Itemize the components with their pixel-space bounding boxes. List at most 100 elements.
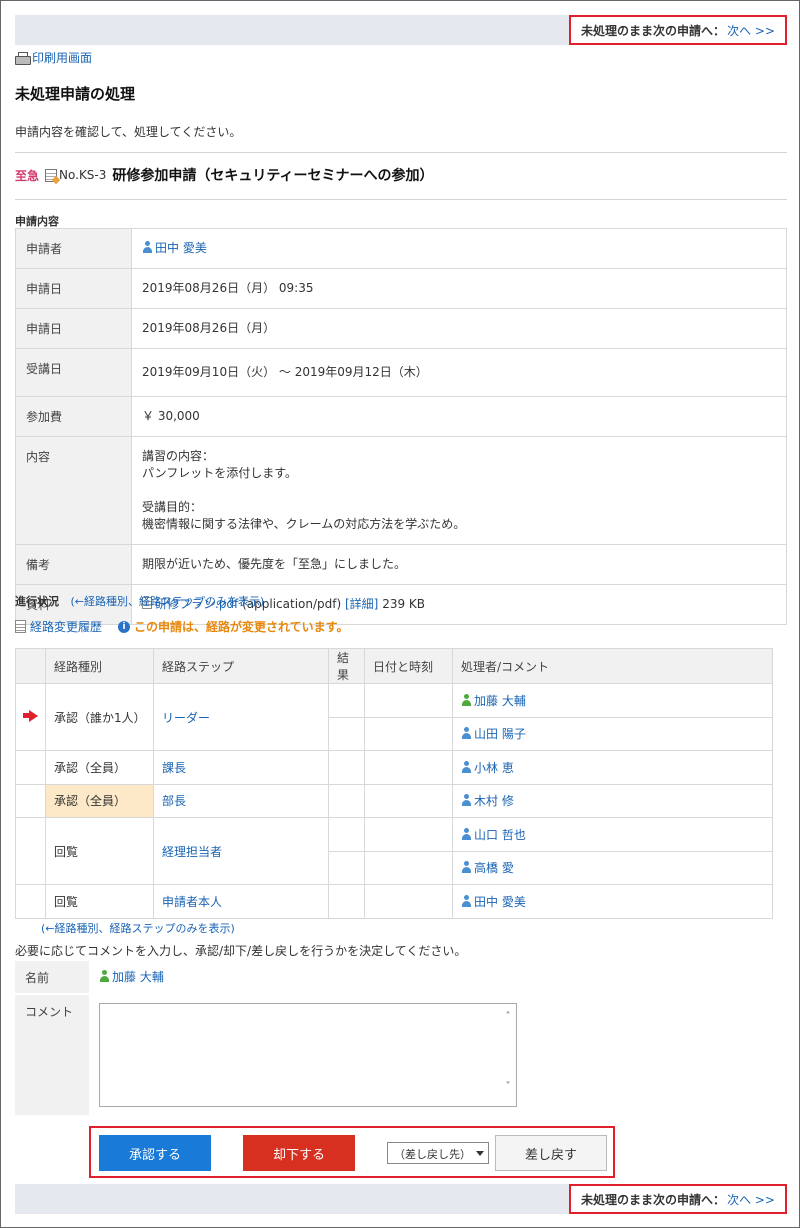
route-type: 承認（誰か1人） xyxy=(45,683,154,751)
route-history-link[interactable]: 経路変更履歴 xyxy=(30,618,102,635)
applicant-link[interactable]: 田中 愛美 xyxy=(155,241,207,255)
route-toggle-bottom: (←経路種別、経路ステップのみを表示) xyxy=(41,920,235,936)
next-request-link[interactable]: 次へ >> xyxy=(727,22,775,39)
header-cell: 結果 xyxy=(328,648,365,684)
divider xyxy=(15,152,787,153)
name-label: 名前 xyxy=(15,961,89,993)
processor-link[interactable]: 小林 恵 xyxy=(474,761,514,775)
detail-row-course-date: 受講日 2019年09月10日（火） ～ 2019年09月12日（木） xyxy=(15,348,787,397)
processor-cell: 山田 陽子 xyxy=(452,716,773,751)
route-toggle-link-bottom[interactable]: (←経路種別、経路ステップのみを表示) xyxy=(41,922,235,935)
print-view-link[interactable]: 印刷用画面 xyxy=(15,49,92,66)
route-step-link[interactable]: リーダー xyxy=(162,711,210,725)
comment-textarea[interactable] xyxy=(99,1003,517,1107)
reject-button[interactable]: 却下する xyxy=(243,1135,355,1171)
page-title: 未処理申請の処理 xyxy=(15,85,136,103)
next-request-link[interactable]: 次へ >> xyxy=(727,1191,775,1208)
detail-label: 申請日 xyxy=(15,308,132,349)
name-value: 加藤 大輔 xyxy=(99,968,164,985)
chevron-down-icon xyxy=(476,1151,484,1156)
detail-label: 申請日 xyxy=(15,268,132,309)
step-marker xyxy=(15,750,46,785)
request-details-table: 申請者 田中 愛美 申請日 2019年08月26日（月） 09:35 申請日 2… xyxy=(15,228,787,625)
detail-label: 申請者 xyxy=(15,228,132,269)
info-icon: i xyxy=(118,620,131,633)
name-link[interactable]: 加藤 大輔 xyxy=(112,970,164,984)
detail-row-applicant: 申請者 田中 愛美 xyxy=(15,228,787,269)
processor-cell: 高橋 愛 xyxy=(452,850,773,885)
action-buttons-group: 承認する 却下する （差し戻し先） 差し戻す xyxy=(89,1126,615,1178)
instruction-text: 申請内容を確認して、処理してください。 xyxy=(15,125,242,139)
detail-row-date2: 申請日 2019年08月26日（月） xyxy=(15,308,787,349)
processor-link[interactable]: 田中 愛美 xyxy=(474,895,526,909)
request-number: No.KS-3 xyxy=(59,168,107,182)
content-line: 機密情報に関する法律や、クレームの対応方法を学ぶため。 xyxy=(142,517,466,531)
scroll-down-icon[interactable]: ˅ xyxy=(503,1081,513,1092)
next-request-nav: 未処理のまま次の申請へ： 次へ >> xyxy=(569,15,787,45)
detail-label: 参加費 xyxy=(15,396,132,437)
route-changed-notice: この申請は、経路が変更されています。 xyxy=(134,620,349,634)
header-cell: 日付と時刻 xyxy=(364,648,453,684)
header-cell-marker xyxy=(15,648,46,684)
route-step: 課長 xyxy=(153,750,329,785)
approve-button[interactable]: 承認する xyxy=(99,1135,211,1171)
processor-link[interactable]: 加藤 大輔 xyxy=(474,694,526,708)
user-icon xyxy=(461,827,472,840)
route-row: 承認（誰か1人） リーダー 加藤 大輔 xyxy=(15,683,773,751)
content-line: 講習の内容： xyxy=(142,449,215,463)
route-row: 回覧 申請者本人 田中 愛美 xyxy=(15,884,773,919)
divider xyxy=(15,199,787,200)
processor-link[interactable]: 山口 哲也 xyxy=(474,828,526,842)
comment-label: コメント xyxy=(15,995,89,1115)
route-step-link[interactable]: 経理担当者 xyxy=(162,845,222,859)
route-step: 申請者本人 xyxy=(153,884,329,919)
detail-value: ￥ 30,000 xyxy=(131,396,787,437)
detail-value: 期限が近いため、優先度を「至急」にしました。 xyxy=(131,544,787,585)
content-line: パンフレットを添付します。 xyxy=(142,466,298,480)
processor-cell: 小林 恵 xyxy=(452,750,773,785)
attachment-size: 239 KB xyxy=(382,597,426,611)
priority-badge: 至急 xyxy=(15,168,40,183)
detail-value: 2019年09月10日（火） ～ 2019年09月12日（木） xyxy=(131,348,787,397)
datetime-cell xyxy=(364,850,453,885)
result-cell xyxy=(328,817,365,852)
route-toggle-link[interactable]: (←経路種別、経路ステップのみを表示) xyxy=(71,595,265,608)
return-button[interactable]: 差し戻す xyxy=(495,1135,607,1171)
user-icon xyxy=(461,760,472,773)
detail-row-note: 備考 期限が近いため、優先度を「至急」にしました。 xyxy=(15,544,787,585)
current-step-marker xyxy=(15,683,46,751)
print-view-label[interactable]: 印刷用画面 xyxy=(32,49,92,66)
result-cell xyxy=(328,783,365,818)
details-section-label: 申請内容 xyxy=(15,215,59,228)
processor-link[interactable]: 木村 修 xyxy=(474,794,514,808)
user-icon xyxy=(99,970,110,982)
printer-icon xyxy=(15,51,31,65)
content-line: 受講目的： xyxy=(142,500,203,514)
header-cell: 経路ステップ xyxy=(153,648,329,684)
processor-cell: 木村 修 xyxy=(452,783,773,818)
route-type: 回覧 xyxy=(45,817,154,885)
detail-row-content: 内容 講習の内容： パンフレットを添付します。 受講目的： 機密情報に関する法律… xyxy=(15,436,787,545)
detail-value: 2019年08月26日（月） 09:35 xyxy=(131,268,787,309)
route-step: 経理担当者 xyxy=(153,817,329,885)
result-cell xyxy=(328,683,365,718)
processor-cell: 田中 愛美 xyxy=(452,884,773,919)
next-request-nav-bottom: 未処理のまま次の申請へ： 次へ >> xyxy=(569,1184,787,1214)
processor-link[interactable]: 高橋 愛 xyxy=(474,861,514,875)
return-target-select[interactable]: （差し戻し先） xyxy=(387,1142,489,1164)
attachment-detail-link[interactable]: [詳細] xyxy=(345,597,378,611)
route-step-link[interactable]: 申請者本人 xyxy=(162,895,222,909)
route-header-row: 経路種別 経路ステップ 結果 日付と時刻 処理者/コメント xyxy=(15,648,773,684)
route-step: 部長 xyxy=(153,783,329,818)
route-row: 承認（全員） 課長 小林 恵 xyxy=(15,750,773,785)
datetime-cell xyxy=(364,884,453,919)
scroll-up-icon[interactable]: ˄ xyxy=(503,1011,513,1022)
user-icon xyxy=(461,693,472,706)
processor-link[interactable]: 山田 陽子 xyxy=(474,727,526,741)
top-nav-bar: 未処理のまま次の申請へ： 次へ >> xyxy=(15,15,787,45)
datetime-cell xyxy=(364,716,453,751)
return-target-value: （差し戻し先） xyxy=(394,1148,471,1161)
route-step-link[interactable]: 部長 xyxy=(162,794,186,808)
step-marker xyxy=(15,783,46,818)
route-step-link[interactable]: 課長 xyxy=(162,761,186,775)
